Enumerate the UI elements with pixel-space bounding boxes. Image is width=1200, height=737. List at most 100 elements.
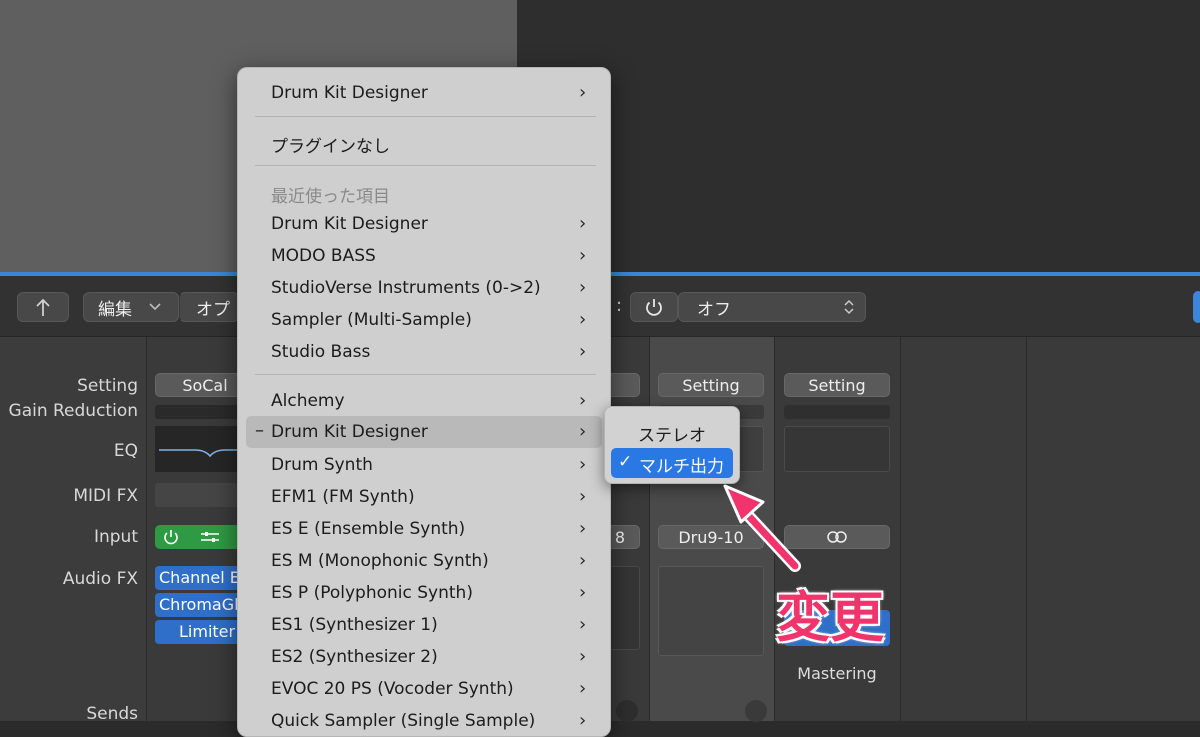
menu-section-recent: 最近使った項目 [238, 176, 610, 208]
menu-item-es1[interactable]: ES1 (Synthesizer 1) › [238, 609, 610, 641]
chevron-right-icon: › [579, 277, 587, 298]
row-label-gain-reduction: Gain Reduction [8, 401, 138, 421]
menu-item-modo-bass[interactable]: MODO BASS › [238, 240, 610, 272]
stereo-link-icon [827, 531, 847, 543]
chevron-right-icon: › [579, 309, 587, 330]
channel-strip-6 [1027, 337, 1200, 721]
menu-item-studio-bass[interactable]: Studio Bass › [238, 336, 610, 368]
menu-item-label: ES E (Ensemble Synth) [271, 519, 466, 539]
menu-item-label: Sampler (Multi-Sample) [271, 310, 472, 330]
chevron-right-icon: › [579, 82, 587, 103]
audio-fx-slot-3[interactable]: Limiter [155, 620, 245, 644]
menu-item-quick-sampler[interactable]: Quick Sampler (Single Sample) › [238, 705, 610, 736]
up-arrow-icon [36, 298, 50, 316]
setting-label-1: SoCal [182, 375, 228, 395]
menu-item-es-e[interactable]: ES E (Ensemble Synth) › [238, 513, 610, 545]
chevron-right-icon: › [579, 390, 587, 411]
input-slot-1[interactable] [155, 525, 245, 549]
menu-item-no-plugin[interactable]: プラグインなし [238, 126, 610, 158]
options-menu-button[interactable]: オプ [179, 292, 239, 322]
input-label-2: 8 [614, 527, 625, 547]
menu-item-label: MODO BASS [271, 246, 376, 266]
menu-item-label: ES2 (Synthesizer 2) [271, 647, 438, 667]
toolbar-colon: : [616, 295, 623, 316]
setting-button-4[interactable]: Setting [784, 373, 890, 397]
menu-item-label: EVOC 20 PS (Vocoder Synth) [271, 679, 514, 699]
chevron-right-icon: › [579, 678, 587, 699]
eq-curve-icon [159, 449, 241, 458]
chevron-right-icon: › [579, 454, 587, 475]
menu-item-studioverse[interactable]: StudioVerse Instruments (0->2) › [238, 272, 610, 304]
menu-section-label: 最近使った項目 [271, 187, 390, 207]
chevron-right-icon: › [579, 646, 587, 667]
submenu-item-multi-output[interactable]: ✓ マルチ出力 [611, 448, 733, 478]
channel-name-4: Mastering [797, 664, 877, 683]
menu-item-label: EFM1 (FM Synth) [271, 487, 415, 507]
submenu-item-label: マルチ出力 [639, 457, 724, 477]
menu-item-label: Drum Kit Designer [271, 422, 428, 442]
menu-item-label: StudioVerse Instruments (0->2) [271, 278, 541, 298]
eq-thumbnail-1[interactable] [155, 426, 245, 472]
send-knob-3[interactable] [745, 700, 767, 722]
midi-fx-slot-1[interactable] [155, 483, 245, 507]
blue-edge-button[interactable] [1193, 291, 1200, 323]
menu-item-label: Alchemy [271, 391, 345, 411]
audio-fx-slot-2[interactable]: ChromaGl [155, 593, 245, 617]
menu-item-label: ES M (Monophonic Synth) [271, 551, 489, 571]
menu-item-alchemy[interactable]: Alchemy › [238, 385, 610, 417]
gain-reduction-meter-1 [155, 405, 245, 419]
row-label-eq: EQ [113, 441, 138, 461]
setting-button-3[interactable]: Setting [658, 373, 764, 397]
audio-fx-label-1: Channel E [159, 568, 240, 587]
menu-separator [255, 116, 596, 117]
off-select[interactable]: オフ [678, 292, 866, 322]
menu-item-es-p[interactable]: ES P (Polyphonic Synth) › [238, 577, 610, 609]
audio-fx-area-3[interactable] [658, 566, 764, 656]
row-label-audio-fx: Audio FX [62, 569, 138, 589]
output-mode-submenu: ステレオ ✓ マルチ出力 [604, 406, 740, 484]
menu-item-label: Drum Synth [271, 455, 373, 475]
setting-label-3: Setting [682, 375, 740, 395]
sliders-icon [201, 532, 219, 542]
audio-fx-label-2: ChromaGl [159, 595, 239, 614]
chevron-right-icon: › [579, 550, 587, 571]
updown-chevron-icon [844, 299, 854, 315]
audio-fx-label-3: Limiter [179, 622, 236, 641]
current-indicator-icon: – [255, 420, 264, 441]
chevron-right-icon: › [579, 341, 587, 362]
setting-label-4: Setting [808, 375, 866, 395]
chevron-right-icon: › [579, 421, 587, 442]
menu-item-evoc[interactable]: EVOC 20 PS (Vocoder Synth) › [238, 673, 610, 705]
gain-reduction-meter-4 [784, 405, 890, 419]
menu-item-es2[interactable]: ES2 (Synthesizer 2) › [238, 641, 610, 673]
menu-item-drum-synth[interactable]: Drum Synth › [238, 449, 610, 481]
menu-item-efm1[interactable]: EFM1 (FM Synth) › [238, 481, 610, 513]
plugin-context-menu: Drum Kit Designer › プラグインなし 最近使った項目 Drum … [237, 67, 611, 737]
menu-item-drum-kit-designer-selected[interactable]: – Drum Kit Designer › [246, 416, 602, 448]
chevron-right-icon: › [579, 518, 587, 539]
chevron-right-icon: › [579, 245, 587, 266]
edit-label: 編集 [98, 299, 132, 320]
menu-item-label: Drum Kit Designer [271, 214, 428, 234]
menu-item-label: ES P (Polyphonic Synth) [271, 583, 473, 603]
edit-menu-button[interactable]: 編集 [83, 292, 179, 322]
submenu-item-stereo[interactable]: ステレオ [638, 421, 706, 446]
menu-item-es-m[interactable]: ES M (Monophonic Synth) › [238, 545, 610, 577]
row-label-setting: Setting [77, 376, 138, 396]
menu-item-label: ES1 (Synthesizer 1) [271, 615, 438, 635]
menu-item-sampler[interactable]: Sampler (Multi-Sample) › [238, 304, 610, 336]
back-button[interactable] [17, 292, 69, 322]
menu-separator [255, 165, 596, 166]
chevron-down-icon [149, 303, 161, 311]
power-icon [164, 530, 178, 545]
send-knob-2[interactable] [616, 700, 638, 722]
eq-thumbnail-4[interactable] [784, 426, 890, 472]
channel-strip-5 [901, 337, 1027, 721]
menu-item-recent-drum-kit-designer[interactable]: Drum Kit Designer › [238, 208, 610, 240]
power-toggle[interactable] [630, 292, 678, 322]
menu-item-drum-kit-designer-top[interactable]: Drum Kit Designer › [238, 77, 610, 109]
audio-fx-slot-1[interactable]: Channel E [155, 566, 245, 590]
row-label-input: Input [93, 527, 138, 547]
track-area-right [517, 0, 1200, 272]
off-label: オフ [697, 299, 731, 320]
